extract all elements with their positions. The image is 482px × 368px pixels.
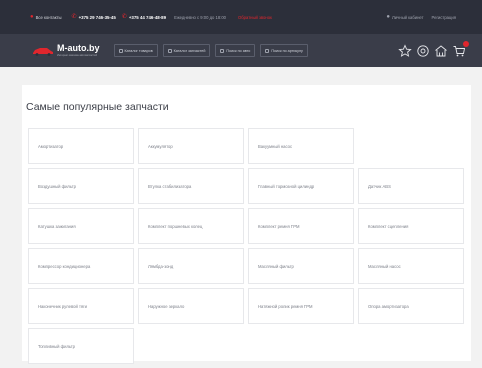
popular-parts-section: Самые популярные запчасти Амортизатор Акк… xyxy=(22,85,471,364)
logo-tagline: Интернет-магазин автозапчастей xyxy=(57,54,98,57)
nav-icons xyxy=(394,40,469,58)
callback-link[interactable]: Обратный звонок xyxy=(238,15,272,20)
cart-badge xyxy=(463,40,469,47)
login-link[interactable]: ● Личный кабинет xyxy=(386,14,423,20)
part-category-link[interactable]: Компрессор кондиционера xyxy=(28,248,134,284)
part-category-link[interactable]: Амортизатор xyxy=(28,128,134,164)
part-category-link[interactable]: Комплект сцепления xyxy=(358,208,464,244)
register-link[interactable]: Регистрация xyxy=(432,15,456,20)
parts-grid: Амортизатор Аккумулятор Вакуумный насос Воз… xyxy=(28,128,464,368)
part-category-link[interactable]: Опора амортизатора xyxy=(358,288,464,324)
parts-row: Воздушный фильтр Втулка стабилизатора Глав… xyxy=(28,168,464,204)
nav-button-parts-catalog[interactable]: Каталог запчастей xyxy=(162,44,211,57)
contacts-link[interactable]: ● Все контакты xyxy=(30,14,62,20)
part-category-link[interactable]: Масляный фильтр xyxy=(248,248,354,284)
top-bar: ● Все контакты ✆ +375 29 746-35-45 ✆ +37… xyxy=(0,0,482,34)
star-icon xyxy=(398,43,412,57)
part-category-link[interactable]: Комплект ремня ГРМ xyxy=(248,208,354,244)
car-logo-icon xyxy=(33,47,53,56)
parts-row: Компрессор кондиционера Лямбда-зонд Маслян… xyxy=(28,248,464,284)
login-text: Личный кабинет xyxy=(392,14,424,20)
nav-button-search-by-car[interactable]: Поиск по авто xyxy=(215,44,256,57)
part-category-link[interactable]: Вакуумный насос xyxy=(248,128,354,164)
part-category-link[interactable]: Катушка зажигания xyxy=(28,208,134,244)
nav-buttons: Каталог товаров Каталог запчастей Поиск … xyxy=(113,44,313,57)
parts-row: Топливный фильтр xyxy=(28,328,464,364)
catalog-icon xyxy=(118,48,123,53)
catalog-icon xyxy=(167,48,172,53)
user-icon: ● xyxy=(386,14,390,20)
site-logo[interactable]: M-auto.by Интернет-магазин автозапчастей xyxy=(32,44,100,57)
part-category-link[interactable]: Комплект поршневых колец xyxy=(138,208,244,244)
phone-1-text: +375 29 746-35-45 xyxy=(78,14,116,20)
part-category-link[interactable]: Топливный фильтр xyxy=(28,328,134,364)
part-category-link[interactable]: Втулка стабилизатора xyxy=(138,168,244,204)
part-category-link[interactable]: Воздушный фильтр xyxy=(28,168,134,204)
favorites-button[interactable] xyxy=(398,43,412,58)
garage-button[interactable] xyxy=(416,44,430,58)
part-category-link[interactable]: Наружное зеркало xyxy=(138,288,244,324)
part-category-link[interactable]: Наконечник рулевой тяги xyxy=(28,288,134,324)
contacts-text: Все контакты xyxy=(35,14,62,20)
phone-1-link[interactable]: ✆ +375 29 746-35-45 xyxy=(72,14,116,20)
nav-button-search-by-article[interactable]: Поиск по артикулу xyxy=(260,44,308,57)
parts-row: Наконечник рулевой тяги Наружное зеркало Н… xyxy=(28,288,464,324)
part-category-link[interactable]: Натяжной ролик ремня ГРМ xyxy=(248,288,354,324)
home-icon xyxy=(435,44,447,56)
search-icon xyxy=(265,48,270,53)
logo-name: M-auto.by xyxy=(57,43,100,53)
phone-icon: ✆ xyxy=(121,14,127,20)
location-icon: ● xyxy=(30,14,34,20)
phone-icon: ✆ xyxy=(71,14,77,20)
part-category-link[interactable]: Лямбда-зонд xyxy=(138,248,244,284)
part-category-link[interactable]: Аккумулятор xyxy=(138,128,244,164)
part-category-link[interactable]: Масляный насос xyxy=(358,248,464,284)
section-heading: Самые популярные запчасти xyxy=(26,101,169,113)
garage-icon xyxy=(417,44,429,57)
main-nav: M-auto.by Интернет-магазин автозапчастей… xyxy=(0,34,482,67)
phone-2-link[interactable]: ✆ +375 44 746-48-89 xyxy=(122,14,166,20)
cart-button[interactable] xyxy=(452,40,469,58)
nav-button-goods-catalog[interactable]: Каталог товаров xyxy=(113,44,158,57)
parts-row: Катушка зажигания Комплект поршневых коле… xyxy=(28,208,464,244)
car-icon xyxy=(220,48,225,53)
phone-2-text: +375 44 746-48-89 xyxy=(128,14,167,20)
compare-button[interactable] xyxy=(434,44,448,58)
part-category-link[interactable]: Датчик ABS xyxy=(358,168,464,204)
parts-row: Амортизатор Аккумулятор Вакуумный насос xyxy=(28,128,464,164)
work-hours: Ежедневно с 9:00 до 18:00 xyxy=(174,14,226,20)
part-category-link[interactable]: Главный тормозной цилиндр xyxy=(248,168,354,204)
